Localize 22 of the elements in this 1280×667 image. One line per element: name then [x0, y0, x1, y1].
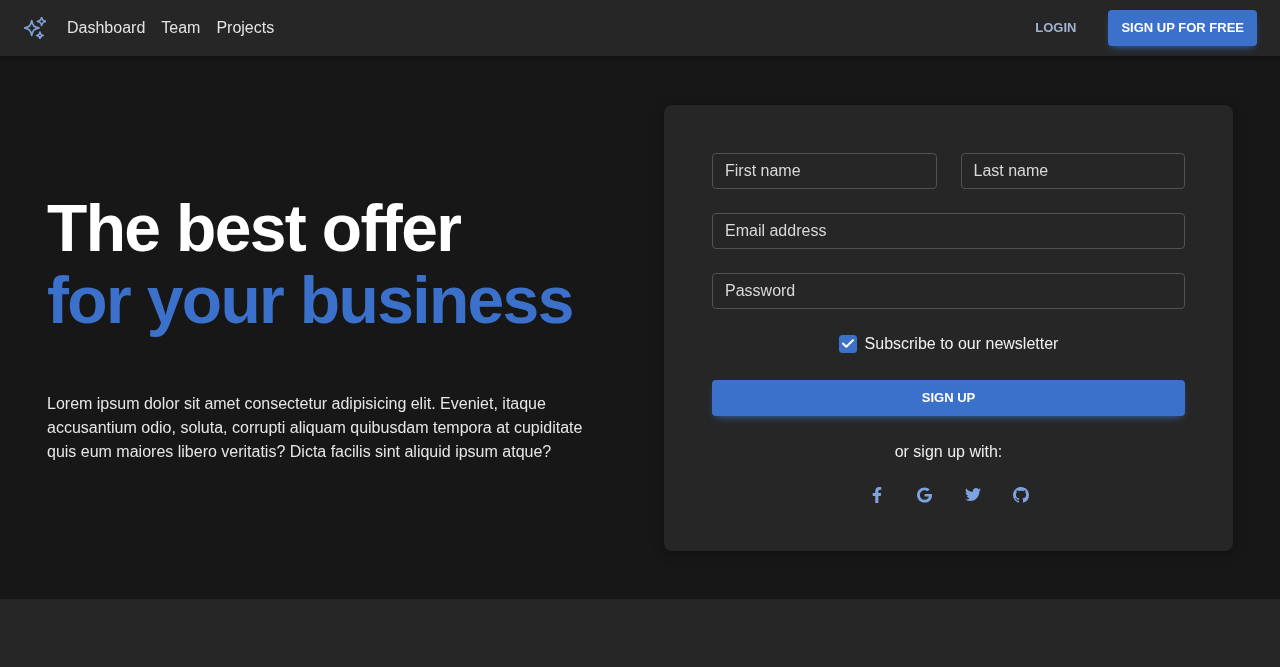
- sparkles-logo-icon[interactable]: [24, 17, 46, 39]
- signup-submit-button[interactable]: SIGN UP: [712, 379, 1185, 416]
- login-button[interactable]: LOGIN: [1019, 10, 1093, 46]
- check-icon: [841, 339, 854, 348]
- checkbox-label: Subscribe to our newsletter: [864, 333, 1059, 354]
- social-prompt: or sign up with:: [894, 441, 1003, 462]
- hero-title: The best offer: [47, 191, 462, 264]
- hero-description: Lorem ipsum dolor sit amet consectetur adipisicing elit. Eveniet, itaque accusantium odio, soluta, corrupti aliquam quibusdam tempora at cupiditate quis eum maiores libero veritatis? Dicta facilis sint aliquid ipsum atque?: [47, 393, 584, 462]
- facebook-icon[interactable]: [871, 486, 882, 503]
- hero-title-highlight: for your business: [47, 263, 574, 336]
- signup-button[interactable]: SIGN UP FOR FREE: [1108, 10, 1257, 46]
- checkbox[interactable]: [838, 334, 857, 353]
- input-field[interactable]: First name: [712, 152, 937, 189]
- input-field[interactable]: Last name: [960, 152, 1185, 189]
- nav-link[interactable]: Dashboard: [67, 16, 146, 40]
- nav-link[interactable]: Projects: [216, 16, 275, 40]
- input-field[interactable]: Password: [712, 272, 1185, 309]
- twitter-icon[interactable]: [964, 488, 981, 501]
- google-icon[interactable]: [917, 486, 932, 503]
- nav-link[interactable]: Team: [161, 16, 201, 40]
- input-field[interactable]: Email address: [712, 212, 1185, 249]
- github-icon[interactable]: [1012, 486, 1029, 503]
